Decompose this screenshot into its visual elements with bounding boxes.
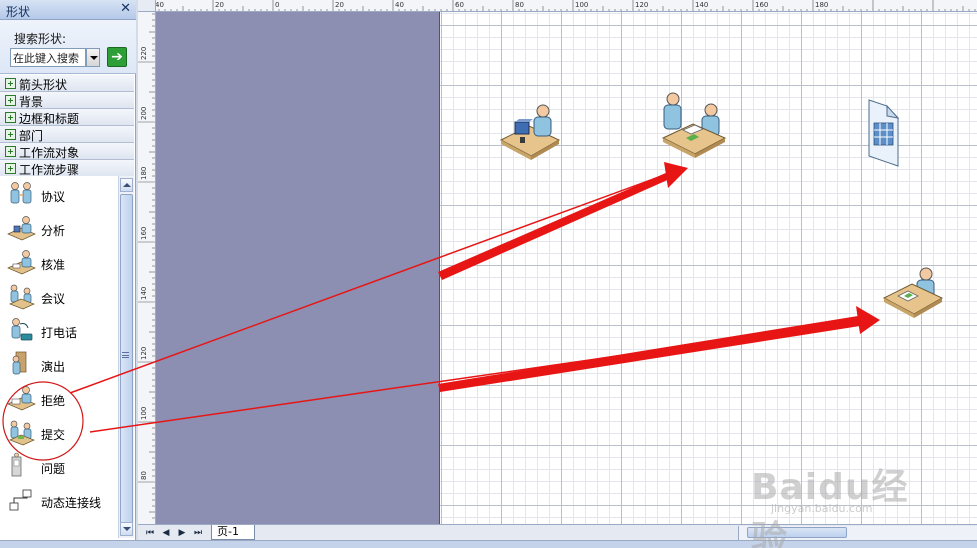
stencil-label: 工作流对象 <box>19 146 80 160</box>
first-page-icon[interactable]: ⏮ <box>144 527 156 539</box>
scroll-thumb[interactable] <box>120 194 133 524</box>
shape-item-reject[interactable]: 拒绝 <box>6 384 116 414</box>
stencil-label: 边框和标题 <box>19 112 80 126</box>
horizontal-ruler[interactable]: 40 20 0 20 40 60 80 100 120 140 160 180 <box>156 0 977 12</box>
shape-list-scrollbar[interactable] <box>118 176 134 538</box>
panel-title-bar: 形状 ✕ <box>0 0 136 20</box>
shape-item-phone-call[interactable]: 打电话 <box>6 316 116 346</box>
ruler-label: 80 <box>140 471 148 480</box>
shape-label: 协议 <box>41 190 66 204</box>
stencil-arrow-shapes[interactable]: 箭头形状 <box>0 75 134 92</box>
ruler-label: 20 <box>335 1 344 9</box>
stencil-backgrounds[interactable]: 背景 <box>0 92 134 109</box>
shape-label: 打电话 <box>41 326 78 340</box>
page-tab-1[interactable]: 页-1 <box>211 525 255 540</box>
ruler-label: 120 <box>140 347 148 360</box>
presenter-icon <box>12 351 27 375</box>
shape-item-submit[interactable]: 提交 <box>6 418 116 448</box>
shape-item-meeting[interactable]: 会议 <box>6 282 116 312</box>
stencil-icon <box>5 78 16 89</box>
submit-shape[interactable] <box>659 92 729 164</box>
visio-window: 形状 ✕ 搜索形状: ➔ 箭头形状 背景 边框和标题 部门 工作流对象 <box>0 0 977 548</box>
scroll-up-button[interactable] <box>120 178 133 192</box>
ruler-label: 40 <box>395 1 404 9</box>
desk-stamp-icon <box>7 250 36 275</box>
ruler-label: 60 <box>455 1 464 9</box>
stencil-icon <box>5 163 16 174</box>
phone-call-icon <box>11 318 33 341</box>
ruler-label: 100 <box>575 1 588 9</box>
stencil-icon <box>5 129 16 140</box>
ruler-label: 80 <box>515 1 524 9</box>
search-input[interactable] <box>10 48 86 67</box>
prev-page-icon[interactable]: ◀ <box>160 527 172 539</box>
search-dropdown-button[interactable] <box>86 48 100 67</box>
ruler-label: 160 <box>755 1 768 9</box>
reject-shape[interactable] <box>882 266 944 324</box>
watermark-url: jingyan.baidu.com <box>771 502 873 515</box>
shapes-panel: 形状 ✕ 搜索形状: ➔ 箭头形状 背景 边框和标题 部门 工作流对象 <box>0 0 136 540</box>
stencil-icon <box>5 95 16 106</box>
submit-icon <box>9 420 35 446</box>
stencil-label: 部门 <box>19 129 44 143</box>
stencil-label: 背景 <box>19 95 44 109</box>
two-people-icon <box>10 182 32 204</box>
shape-label: 问题 <box>41 462 66 476</box>
shape-item-dynamic-connector[interactable]: 动态连接线 <box>6 486 116 516</box>
stencil-workflow-steps[interactable]: 工作流步骤 <box>0 160 134 177</box>
ruler-label: 0 <box>275 1 279 9</box>
ruler-label: 40 <box>156 1 164 9</box>
scroll-down-button[interactable] <box>120 522 133 536</box>
shape-list: 协议 分析 核准 会议 打电话 演出 拒绝 提交 问题 动态连接线 <box>0 176 118 538</box>
shape-label: 动态连接线 <box>41 496 102 510</box>
question-icon <box>11 452 22 477</box>
ruler-label: 180 <box>815 1 828 9</box>
ruler-label: 180 <box>140 167 148 180</box>
ruler-label: 200 <box>140 107 148 120</box>
ruler-label: 160 <box>140 227 148 240</box>
close-icon[interactable]: ✕ <box>120 1 131 16</box>
ruler-label: 100 <box>140 407 148 420</box>
scroll-grip-icon <box>122 352 129 358</box>
shape-label: 分析 <box>41 224 66 238</box>
shape-item-analysis[interactable]: 分析 <box>6 214 116 244</box>
stencil-departments[interactable]: 部门 <box>0 126 134 143</box>
shape-item-question[interactable]: 问题 <box>6 452 116 482</box>
vertical-ruler[interactable]: 220 200 180 160 140 120 100 80 <box>138 12 156 524</box>
search-label: 搜索形状: <box>14 32 67 46</box>
panel-title: 形状 <box>6 5 31 19</box>
dynamic-connector-icon <box>9 489 32 511</box>
stencil-icon <box>5 146 16 157</box>
ruler-label: 140 <box>140 287 148 300</box>
stencil-label: 箭头形状 <box>19 78 68 92</box>
ruler-label: 140 <box>695 1 708 9</box>
shape-item-presentation[interactable]: 演出 <box>6 350 116 380</box>
desk-worker-shape[interactable] <box>499 104 561 162</box>
shape-label: 会议 <box>41 292 66 306</box>
horizontal-ruler-ticks: 40 20 0 20 40 60 80 100 120 140 160 180 <box>156 0 976 11</box>
shape-label: 核准 <box>41 258 66 272</box>
meeting-icon <box>9 284 35 310</box>
search-shapes-box: 搜索形状: ➔ <box>0 20 136 74</box>
shape-label: 提交 <box>41 428 66 442</box>
baidu-watermark: Baidu经验 jingyan.baidu.com <box>745 440 935 548</box>
desk-worker-icon <box>7 216 36 241</box>
next-page-icon[interactable]: ▶ <box>176 527 188 539</box>
vertical-ruler-ticks: 220 200 180 160 140 120 100 80 <box>138 13 155 519</box>
last-page-icon[interactable]: ⏭ <box>192 527 204 539</box>
stencil-workflow-objects[interactable]: 工作流对象 <box>0 143 134 160</box>
ruler-label: 220 <box>140 47 148 60</box>
shape-item-approve[interactable]: 核准 <box>6 248 116 278</box>
ruler-label: 20 <box>215 1 224 9</box>
stencil-borders-titles[interactable]: 边框和标题 <box>0 109 134 126</box>
shape-item-agreement[interactable]: 协议 <box>6 180 116 210</box>
ruler-corner <box>138 0 156 12</box>
search-go-button[interactable]: ➔ <box>107 47 127 67</box>
shape-label: 演出 <box>41 360 66 374</box>
shape-label: 拒绝 <box>41 394 66 408</box>
reject-icon <box>7 386 36 411</box>
spreadsheet-document-shape[interactable] <box>865 98 901 168</box>
ruler-label: 120 <box>635 1 648 9</box>
stencil-icon <box>5 112 16 123</box>
